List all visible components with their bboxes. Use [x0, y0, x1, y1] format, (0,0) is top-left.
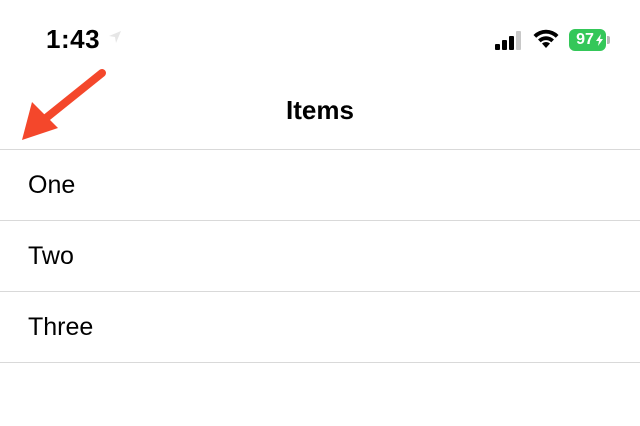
- bolt-icon: [596, 34, 603, 46]
- list-item-label: One: [28, 170, 76, 199]
- battery-level: 97: [576, 31, 594, 48]
- list-item-three[interactable]: Three: [0, 292, 640, 363]
- status-time: 1:43: [46, 24, 101, 54]
- status-bar: 1:43 97: [0, 0, 640, 70]
- list-item-two[interactable]: Two: [0, 221, 640, 292]
- items-list: One Two Three: [0, 150, 640, 363]
- screen: 1:43 97 Items One Two Three: [0, 0, 640, 426]
- location-arrow-icon: [109, 31, 121, 43]
- list-item-one[interactable]: One: [0, 150, 640, 221]
- list-item-label: Two: [28, 241, 74, 270]
- annotation-arrow-icon: [22, 69, 106, 140]
- battery-charging-icon: 97: [569, 29, 606, 51]
- battery-cap: [607, 36, 610, 44]
- cellular-signal-icon: [495, 31, 521, 50]
- list-item-label: Three: [28, 312, 94, 341]
- wifi-icon: [533, 29, 559, 48]
